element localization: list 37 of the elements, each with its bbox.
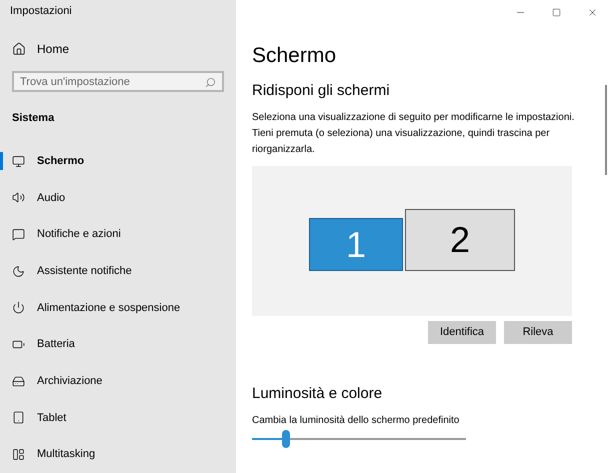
window-title: Impostazioni — [10, 4, 72, 19]
display-tile[interactable]: 2 — [405, 209, 515, 271]
home-link[interactable]: Home — [37, 40, 70, 58]
sidebar-item[interactable]: Tablet — [0, 400, 236, 436]
brightness-slider[interactable] — [252, 430, 466, 448]
scrollbar[interactable] — [605, 85, 607, 175]
close-icon — [586, 6, 598, 18]
slider-label: Cambia la luminosità dello schermo predefinito — [252, 414, 460, 428]
drive-icon — [12, 374, 25, 388]
layout-icon — [12, 448, 25, 462]
page-title: Schermo — [252, 43, 336, 70]
speaker-icon — [12, 191, 25, 204]
section-heading: Luminosità e colore — [252, 384, 382, 404]
description: Seleziona una visualizzazione di seguito per modificarne le impostazioni. Tieni premuta (o seleziona) una visualizzazione, quindi trascina per riorganizzarla. — [252, 111, 576, 157]
search-field[interactable]: Trova un'impostazione — [12, 71, 224, 92]
sidebar-item[interactable]: Notifiche e azioni — [0, 216, 236, 253]
section-heading: Sistema — [12, 111, 54, 126]
maximize-icon — [552, 8, 560, 16]
slider-thumb[interactable] — [282, 430, 290, 448]
tablet-icon — [12, 411, 25, 424]
sidebar-item[interactable]: Assistente notifiche — [0, 252, 236, 290]
sidebar-item[interactable]: Archiviazione — [0, 362, 236, 400]
search-icon[interactable] — [205, 77, 216, 88]
monitor-icon — [12, 154, 25, 168]
action-button[interactable]: Identifica — [428, 321, 496, 344]
sidebar-item[interactable]: Audio — [0, 180, 236, 216]
selection-bar — [0, 152, 3, 170]
moon-icon — [12, 264, 25, 278]
home-icon[interactable] — [12, 42, 26, 56]
power-icon — [12, 301, 25, 314]
section-heading: Ridisponi gli schermi — [252, 80, 390, 101]
display-tile[interactable]: 1 — [309, 218, 403, 271]
message-icon — [12, 228, 25, 242]
action-button[interactable]: Rileva — [504, 321, 572, 344]
sidebar-item[interactable]: Batteria — [0, 326, 236, 363]
sidebar-item[interactable]: Alimentazione e sospensione — [0, 290, 236, 326]
sidebar-item[interactable]: Multitasking — [0, 436, 236, 473]
